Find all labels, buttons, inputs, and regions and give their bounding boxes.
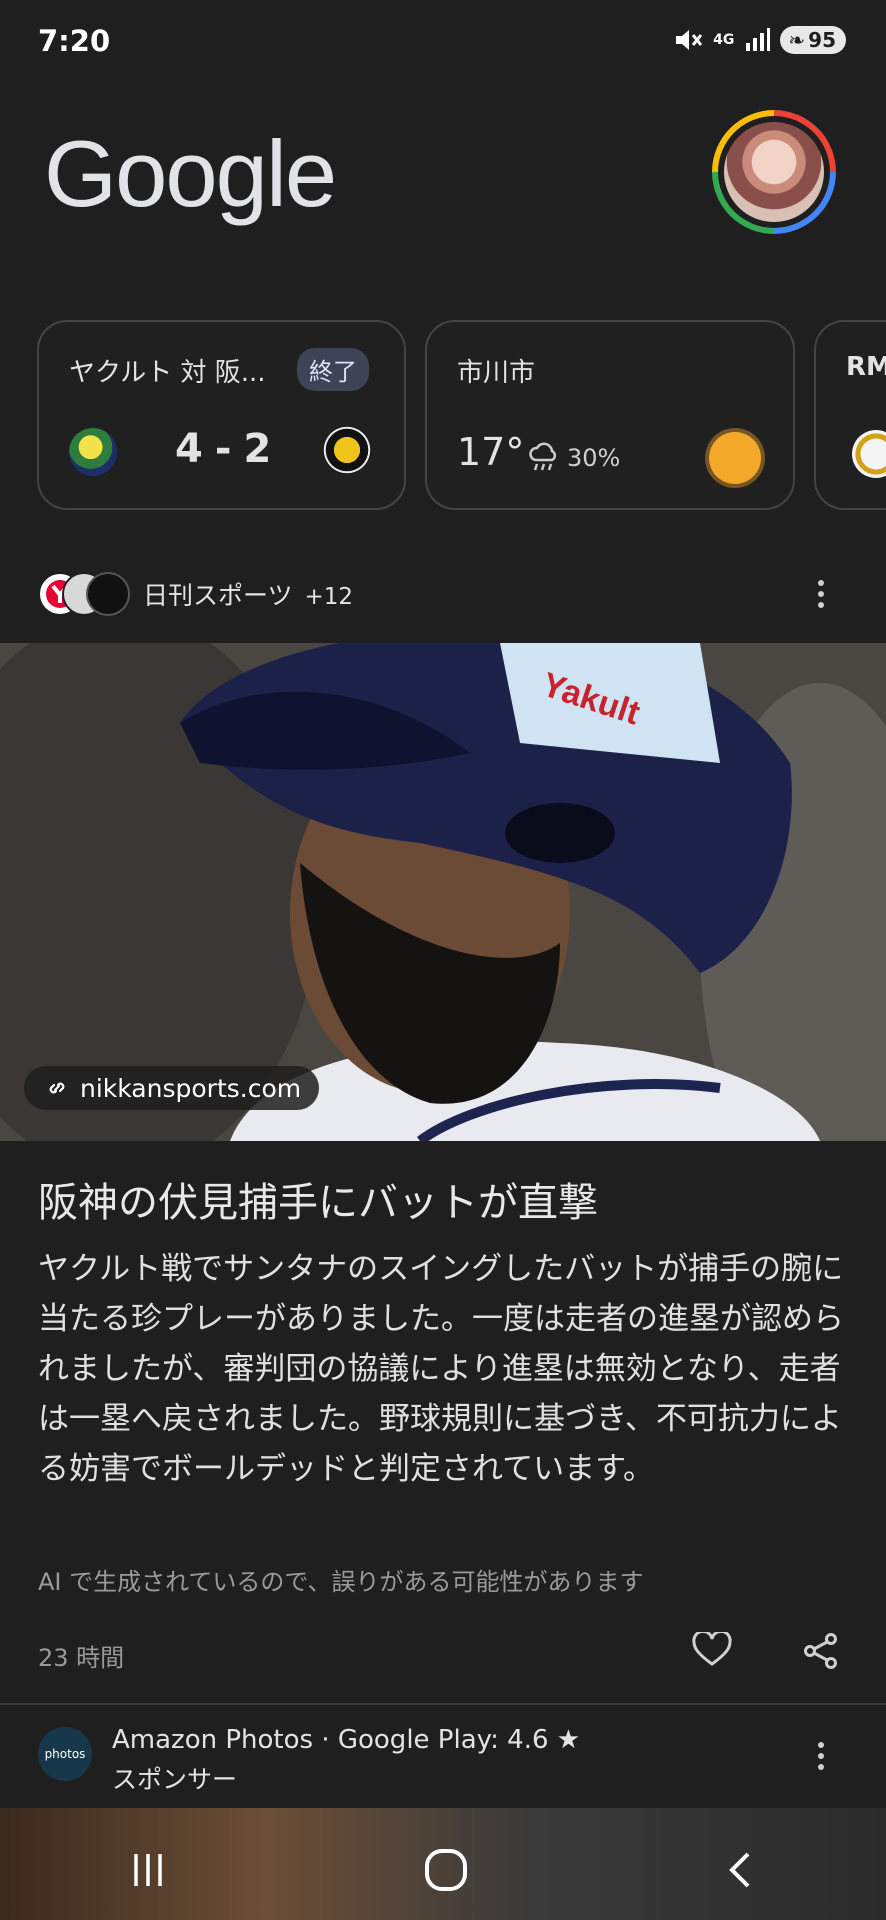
share-icon[interactable] <box>802 1632 840 1670</box>
source-url-chip[interactable]: nikkansports.com <box>24 1066 320 1110</box>
divider <box>0 1703 886 1705</box>
status-icons: 4G ❧ 95 <box>673 26 846 54</box>
score-card[interactable]: ヤクルト 対 阪... 終了 4 - 2 <box>37 320 406 510</box>
google-logo[interactable]: Google <box>44 120 337 228</box>
more-options-icon[interactable] <box>817 580 825 608</box>
link-icon <box>49 1082 65 1094</box>
network-type: 4G <box>713 32 735 48</box>
battery-indicator: ❧ 95 <box>780 26 846 54</box>
heart-icon[interactable] <box>692 1632 732 1668</box>
home-score: 4 <box>175 426 203 472</box>
mute-icon <box>676 30 703 50</box>
rain-icon <box>529 442 557 471</box>
source-name: 日刊スポーツ <box>143 581 293 610</box>
battery-level: 95 <box>808 28 836 52</box>
next-card-title: RM <box>846 352 886 382</box>
home-icon[interactable] <box>423 1847 469 1893</box>
status-time: 7:20 <box>38 24 111 58</box>
source-icon-3 <box>86 572 130 616</box>
score-separator: - <box>214 426 232 472</box>
sun-icon <box>709 432 761 484</box>
recent-apps-icon[interactable] <box>128 1852 168 1888</box>
ad-more-options-icon[interactable] <box>817 1742 825 1770</box>
system-nav-bar <box>0 1820 886 1920</box>
weather-temperature: 17° <box>457 430 525 474</box>
article-headline[interactable]: 阪神の伏見捕手にバットが直撃 <box>38 1170 858 1228</box>
back-icon[interactable] <box>724 1850 758 1890</box>
precipitation: 30% <box>567 444 621 472</box>
ai-disclaimer: AI で生成されているので、誤りがある可能性があります <box>38 1568 644 1596</box>
amazon-photos-logo[interactable]: photos <box>38 1727 92 1781</box>
account-avatar[interactable] <box>712 110 836 234</box>
ad-sponsor-label: スポンサー <box>112 1765 238 1794</box>
status-badge: 終了 <box>297 348 369 391</box>
tigers-logo <box>323 426 371 474</box>
real-madrid-logo <box>852 430 886 478</box>
swallows-logo <box>69 428 117 476</box>
source-icons <box>38 572 130 616</box>
source-extra-count: +12 <box>304 584 354 610</box>
match-score: 4 - 2 <box>175 426 271 472</box>
article-time: 23 時間 <box>38 1644 125 1672</box>
article-summary: ヤクルト戦でサンタナのスイングしたバットが捕手の腕に当たる珍プレーがありました。… <box>38 1251 844 1487</box>
away-score: 2 <box>243 426 272 472</box>
signal-icon <box>746 28 771 51</box>
avatar-photo <box>724 122 824 222</box>
source-names[interactable]: 日刊スポーツ +12 <box>143 576 353 612</box>
weather-card[interactable]: 市川市 17° 30% <box>425 320 795 510</box>
battery-leaf-icon: ❧ <box>788 28 806 52</box>
source-url: nikkansports.com <box>80 1073 302 1103</box>
match-title: ヤクルト 対 阪... <box>69 358 266 388</box>
weather-city: 市川市 <box>457 358 536 388</box>
next-card[interactable]: RM <box>814 320 886 510</box>
ad-title[interactable]: Amazon Photos · Google Play: 4.6 ★ <box>112 1725 580 1755</box>
